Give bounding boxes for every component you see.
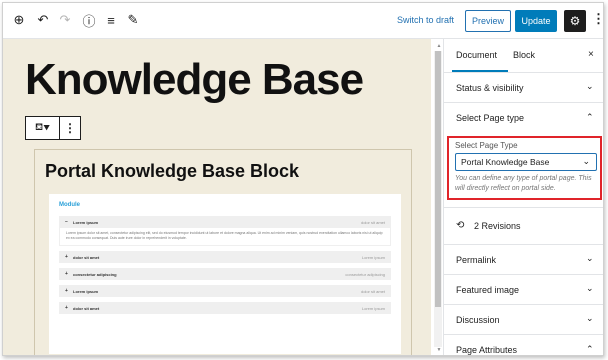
kb-item[interactable]: − Lorem ipsum dolor sit amet [59,216,391,228]
page-title[interactable]: Knowledge Base [25,55,364,105]
panel-discussion[interactable]: Discussion ⌄ [444,305,603,335]
block-options-icon[interactable]: ⋮ [60,121,80,135]
chevron-down-icon: ⌄ [586,283,594,293]
chevron-down-icon: ⌄ [586,253,594,263]
knowledge-base-block[interactable]: Portal Knowledge Base Block Module − Lor… [34,149,412,355]
kb-item-title: Lorem ipsum [73,219,99,225]
kb-item-title: consectetur adipiscing [73,271,117,277]
revisions-row[interactable]: ⟲ 2 Revisions [444,207,603,245]
editor-window: ⊕ ↶ ↷ ⓘ ≡ ✎ Switch to draft Preview Upda… [2,2,604,356]
panel-label: Select Page type [456,113,525,123]
expand-icon: + [65,254,68,260]
panel-label: Featured image [456,285,520,295]
block-toolbar: ⛾▾ ⋮ [25,116,81,140]
gear-icon: ⚙ [569,14,581,28]
page-type-select[interactable]: Portal Knowledge Base ⌄ [455,153,597,171]
redo-icon[interactable]: ↷ [57,12,73,28]
switch-to-draft-link[interactable]: Switch to draft [397,15,454,25]
kb-item-meta: consectetur adipiscing [345,271,385,277]
panel-status-visibility[interactable]: Status & visibility ⌄ [444,73,603,103]
chevron-down-icon: ⌄ [586,81,594,91]
kb-item-meta: Lorem ipsum [361,254,385,260]
kb-item-title: Lorem ipsum [73,288,99,294]
tab-block[interactable]: Block [513,50,535,60]
chevron-up-icon: ⌃ [586,112,594,122]
active-tab-indicator [452,70,508,72]
add-block-icon[interactable]: ⊕ [11,12,27,28]
expand-icon: + [65,271,68,277]
kb-item[interactable]: + dolor sit amet Lorem ipsum [59,302,391,314]
edit-icon[interactable]: ✎ [125,12,141,28]
block-type-switcher[interactable]: ⛾▾ [26,117,60,139]
kb-item-meta: dolor sit amet [360,288,385,294]
editor-toolbar: ⊕ ↶ ↷ ⓘ ≡ ✎ Switch to draft Preview Upda… [3,3,603,39]
settings-sidebar: Document Block × Status & visibility ⌄ S… [443,39,603,355]
close-icon[interactable]: × [588,49,594,60]
more-vertical-icon[interactable]: ⋮ [592,11,603,27]
kb-item-title: dolor sit amet [73,254,100,260]
scroll-up-arrow-icon[interactable]: ▲ [435,43,443,49]
kb-item[interactable]: + dolor sit amet Lorem ipsum [59,251,391,263]
update-button[interactable]: Update [515,10,557,32]
panel-label: Page Attributes [456,345,518,355]
block-title: Portal Knowledge Base Block [45,161,300,181]
kb-item-meta: dolor sit amet [360,219,385,225]
info-icon[interactable]: ⓘ [81,12,97,29]
panel-permalink[interactable]: Permalink ⌄ [444,245,603,275]
sidebar-tabs: Document Block × [444,39,603,73]
expand-icon: + [65,288,68,294]
panel-select-page-type[interactable]: Select Page type ⌃ [444,103,603,133]
chevron-down-icon: ⌄ [586,313,594,323]
editor-canvas: Knowledge Base ⛾▾ ⋮ Portal Knowledge Bas… [3,39,431,355]
block-type-icon: ⛾▾ [35,121,50,133]
kb-preview-card: Module − Lorem ipsum dolor sit amet Lore… [49,194,401,354]
tab-document[interactable]: Document [456,50,497,60]
scroll-down-arrow-icon[interactable]: ▼ [435,347,443,353]
page-type-select-value: Portal Knowledge Base [461,157,550,167]
chevron-up-icon: ⌃ [586,344,594,354]
collapse-icon: − [65,219,68,225]
select-page-type-panel: Select Page Type Portal Knowledge Base ⌄… [444,133,603,200]
panel-label: Permalink [456,255,497,265]
undo-icon[interactable]: ↶ [35,12,51,28]
panel-label: Status & visibility [456,83,524,93]
list-view-icon[interactable]: ≡ [103,12,119,28]
panel-featured-image[interactable]: Featured image ⌄ [444,275,603,305]
panel-page-attributes[interactable]: Page Attributes ⌃ [444,335,603,355]
kb-item-description: Lorem ipsum dolor sit amet, consectetur … [59,228,391,246]
history-icon: ⟲ [456,220,465,231]
kb-item-title: dolor sit amet [73,305,100,311]
kb-item[interactable]: + Lorem ipsum dolor sit amet [59,285,391,297]
kb-item-meta: Lorem ipsum [361,305,385,311]
preview-button[interactable]: Preview [465,10,511,32]
revisions-label: 2 Revisions [474,221,521,231]
scroll-thumb[interactable] [435,51,441,307]
kb-item[interactable]: + consectetur adipiscing consectetur adi… [59,268,391,280]
kb-module-title: Module [59,202,80,208]
expand-icon: + [65,305,68,311]
panel-label: Discussion [456,315,500,325]
select-label: Select Page Type [455,141,518,150]
settings-button[interactable]: ⚙ [564,10,586,32]
select-help-text: You can define any type of portal page. … [455,175,592,192]
chevron-down-icon: ⌄ [582,156,590,166]
